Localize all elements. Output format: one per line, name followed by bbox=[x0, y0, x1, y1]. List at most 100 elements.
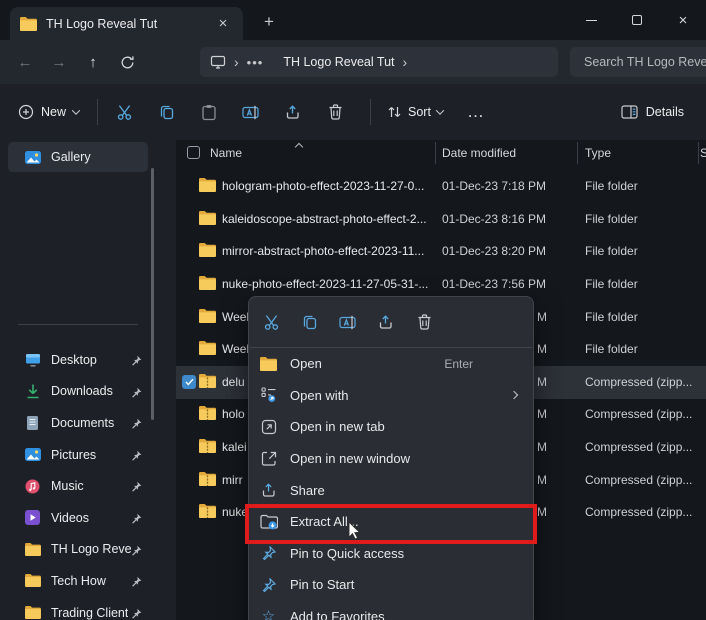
file-type: File folder bbox=[585, 212, 638, 226]
menu-item-open-with[interactable]: Open with bbox=[249, 380, 533, 412]
menu-item-label: Open in new window bbox=[290, 451, 410, 466]
column-header-name[interactable]: Name bbox=[210, 146, 242, 160]
column-header-type[interactable]: Type bbox=[585, 146, 611, 160]
breadcrumb-ellipsis[interactable]: ••• bbox=[247, 55, 264, 70]
file-date: 01-Dec-23 8:20 PM bbox=[442, 244, 546, 258]
column-header-date-modified[interactable]: Date modified bbox=[442, 146, 516, 160]
see-more-button[interactable]: … bbox=[453, 102, 499, 122]
menu-item-open-in-new-tab[interactable]: Open in new tab bbox=[249, 411, 533, 443]
file-date: 01-Dec-23 8:16 PM bbox=[442, 212, 546, 226]
file-name: mirror-abstract-photo-effect-2023-11... bbox=[222, 244, 424, 258]
delete-button[interactable] bbox=[405, 304, 443, 340]
details-button[interactable]: Details bbox=[611, 94, 694, 130]
chevron-down-icon bbox=[436, 106, 444, 114]
column-divider[interactable] bbox=[577, 142, 578, 164]
sidebar-item-th-logo-reveal[interactable]: TH Logo Revea bbox=[8, 534, 148, 566]
menu-item-pin-to-start[interactable]: Pin to Start bbox=[249, 569, 533, 601]
menu-item-open[interactable]: Open Enter bbox=[249, 348, 533, 380]
sort-button[interactable]: Sort bbox=[377, 94, 453, 130]
rename-button[interactable] bbox=[230, 94, 272, 130]
context-menu-quick-actions bbox=[249, 297, 533, 347]
minimize-button[interactable] bbox=[568, 0, 614, 40]
share-button[interactable] bbox=[272, 94, 314, 130]
menu-item-label: Pin to Start bbox=[290, 577, 354, 592]
sidebar-item-videos[interactable]: Videos bbox=[8, 502, 148, 534]
new-tab-button[interactable]: + bbox=[258, 12, 280, 32]
sidebar-item-label: Gallery bbox=[51, 150, 91, 164]
menu-item-label: Open with bbox=[290, 388, 349, 403]
open-with-icon bbox=[259, 386, 278, 404]
clipboard-icon bbox=[201, 104, 217, 121]
column-header-size[interactable]: Size bbox=[700, 146, 706, 160]
scissors-icon bbox=[264, 314, 281, 331]
sidebar-item-documents[interactable]: Documents bbox=[8, 407, 148, 439]
sidebar-item-tech-how[interactable]: Tech How bbox=[8, 565, 148, 597]
sidebar-item-desktop[interactable]: Desktop bbox=[8, 344, 148, 376]
column-divider[interactable] bbox=[435, 142, 436, 164]
sidebar-pinned-list: Desktop Downloads Documents Pictures Mus bbox=[0, 344, 176, 620]
table-row[interactable]: kaleidoscope-abstract-photo-effect-2... … bbox=[176, 203, 706, 236]
breadcrumb-current-folder[interactable]: TH Logo Reveal Tut bbox=[283, 55, 394, 69]
sidebar-item-gallery[interactable]: Gallery bbox=[8, 142, 148, 172]
highlight-annotation-red-box bbox=[245, 504, 537, 544]
breadcrumb[interactable]: › ••• TH Logo Reveal Tut › bbox=[200, 47, 558, 77]
copy-button[interactable] bbox=[146, 94, 188, 130]
column-divider[interactable] bbox=[698, 142, 699, 164]
new-button[interactable]: New bbox=[6, 94, 91, 130]
file-date: 01-Dec-23 7:56 PM bbox=[442, 277, 546, 291]
sidebar-item-pictures[interactable]: Pictures bbox=[8, 439, 148, 471]
tab-close-icon[interactable]: × bbox=[213, 15, 233, 32]
file-name: nuke-photo-effect-2023-11-27-05-31-... bbox=[222, 277, 428, 291]
share-button[interactable] bbox=[367, 304, 405, 340]
nav-buttons: ← → ↑ bbox=[8, 47, 144, 77]
cut-button[interactable] bbox=[253, 304, 291, 340]
trash-icon bbox=[328, 104, 343, 120]
table-row[interactable]: hologram-photo-effect-2023-11-27-0... 01… bbox=[176, 170, 706, 203]
menu-item-share[interactable]: Share bbox=[249, 474, 533, 506]
close-button[interactable]: × bbox=[660, 0, 706, 40]
new-tab-icon bbox=[259, 418, 278, 436]
select-all-checkbox[interactable] bbox=[187, 146, 200, 159]
search-input[interactable]: Search TH Logo Reveal Tut bbox=[570, 47, 706, 77]
folder-icon bbox=[199, 211, 216, 230]
refresh-button[interactable] bbox=[110, 47, 144, 77]
command-toolbar: New Sort … Details bbox=[0, 84, 706, 140]
file-name: delu bbox=[222, 375, 245, 389]
tab-title: TH Logo Reveal Tut bbox=[46, 17, 213, 31]
paste-button[interactable] bbox=[188, 94, 230, 130]
sidebar-item-label: Music bbox=[51, 479, 84, 493]
new-button-label: New bbox=[41, 105, 66, 119]
details-button-label: Details bbox=[646, 105, 684, 119]
sort-button-label: Sort bbox=[408, 105, 431, 119]
sidebar-item-music[interactable]: Music bbox=[8, 470, 148, 502]
chevron-right-icon: › bbox=[403, 54, 408, 70]
explorer-tab[interactable]: TH Logo Reveal Tut × bbox=[10, 7, 243, 40]
menu-item-add-to-favorites[interactable]: ☆ Add to Favorites bbox=[249, 601, 533, 620]
folder-icon bbox=[24, 604, 41, 620]
copy-button[interactable] bbox=[291, 304, 329, 340]
search-placeholder: Search TH Logo Reveal Tut bbox=[584, 55, 706, 69]
share-icon bbox=[259, 481, 278, 499]
sidebar-item-trading-client[interactable]: Trading Client bbox=[8, 597, 148, 620]
videos-icon bbox=[24, 509, 41, 526]
cut-button[interactable] bbox=[104, 94, 146, 130]
menu-item-open-in-new-window[interactable]: Open in new window bbox=[249, 443, 533, 475]
back-button[interactable]: ← bbox=[8, 47, 42, 77]
file-explorer-window: TH Logo Reveal Tut × + × ← → ↑ › ••• TH … bbox=[0, 0, 706, 620]
delete-button[interactable] bbox=[314, 94, 356, 130]
pin-icon bbox=[131, 543, 142, 561]
pin-icon bbox=[131, 448, 142, 466]
maximize-button[interactable] bbox=[614, 0, 660, 40]
sidebar-item-downloads[interactable]: Downloads bbox=[8, 376, 148, 408]
row-checkbox-checked[interactable] bbox=[182, 375, 196, 389]
table-row[interactable]: mirror-abstract-photo-effect-2023-11... … bbox=[176, 235, 706, 268]
file-type: Compressed (zipp... bbox=[585, 505, 692, 519]
pin-icon bbox=[131, 511, 142, 529]
toolbar-divider bbox=[97, 99, 98, 125]
forward-button[interactable]: → bbox=[42, 47, 76, 77]
pin-icon bbox=[131, 416, 142, 434]
rename-button[interactable] bbox=[329, 304, 367, 340]
zip-folder-icon bbox=[199, 406, 216, 425]
folder-icon bbox=[199, 341, 216, 360]
up-button[interactable]: ↑ bbox=[76, 47, 110, 77]
